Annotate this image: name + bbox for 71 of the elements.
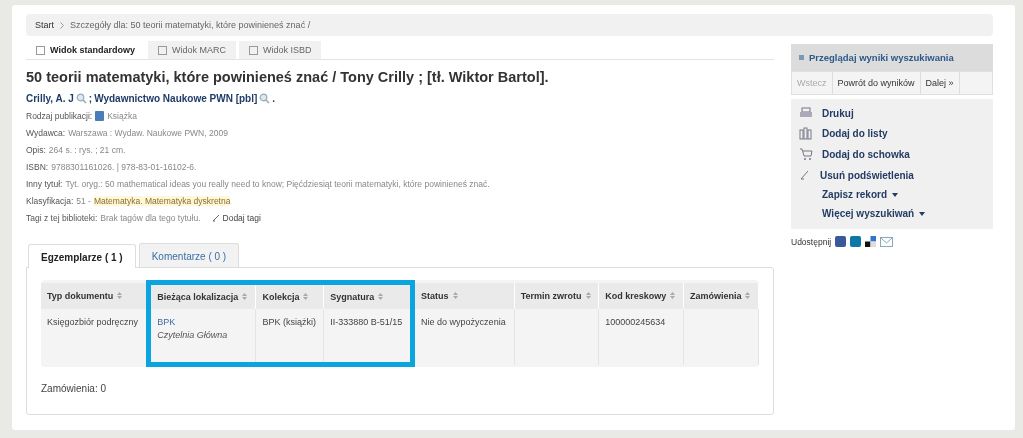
author-link[interactable]: Wydawnictwo Naukowe PWN [pbl] xyxy=(94,93,258,104)
sort-icon xyxy=(670,291,676,299)
column-header[interactable]: Bieżąca lokalizacja xyxy=(148,282,256,309)
field-label: Klasyfikacja: xyxy=(26,196,74,206)
sort-icon xyxy=(745,291,751,299)
action-link[interactable]: Dodaj do schowka xyxy=(791,144,993,165)
view-tab[interactable]: Widok ISBD xyxy=(238,41,322,59)
table-cell-text: Czytelnia Główna xyxy=(157,330,229,340)
column-header[interactable]: Termin zwrotu xyxy=(514,282,599,309)
separator: ; xyxy=(88,93,93,104)
field-value: 264 s. : rys. ; 21 cm. xyxy=(48,145,126,155)
author-link[interactable]: Crilly, A. J xyxy=(26,93,74,104)
column-header[interactable]: Status xyxy=(412,282,515,309)
record-title: 50 teorii matematyki, które powinieneś znać / Tony Crilly ; [tł. Wiktor Bartol]. xyxy=(26,69,550,85)
view-tab[interactable]: Widok MARC xyxy=(147,41,236,59)
cart-icon xyxy=(799,148,813,161)
pencil-icon xyxy=(211,214,220,222)
table-cell-text: BPK (książki) xyxy=(262,317,317,327)
sort-icon xyxy=(585,291,591,299)
field-label: Rodzaj publikacji: xyxy=(26,111,93,121)
table-cell-text: Księgozbiór podręczny xyxy=(47,317,140,327)
column-header[interactable]: Typ dokumentu xyxy=(41,282,149,309)
action-link[interactable]: Drukuj xyxy=(791,103,993,123)
field-label: ISBN: xyxy=(26,162,49,172)
breadcrumb-link[interactable]: Start xyxy=(35,20,54,30)
field-value: 51 - xyxy=(76,196,91,206)
books-icon xyxy=(799,127,813,140)
table-cell-text: II-333880 B-51/15 xyxy=(330,317,404,327)
share-label: Udostępnij xyxy=(791,236,832,247)
browse-results-header[interactable]: Przeglądaj wyniki wyszukiwania xyxy=(791,44,993,71)
field-label: Inny tytuł: xyxy=(26,179,63,189)
delicious-icon[interactable] xyxy=(865,236,877,247)
field-value: Tyt. oryg.: 50 mathematical ideas you really need to know; Pięćdziesiąt teorii matematyki, które powinieneś znać. xyxy=(65,179,490,189)
orders-count: Zamówienia: 0 xyxy=(41,383,108,394)
caret-icon xyxy=(919,211,926,216)
action-link[interactable]: Więcej wyszukiwań xyxy=(791,204,993,223)
chevron-icon xyxy=(60,21,64,29)
column-header[interactable]: Kod kreskowy xyxy=(598,282,684,309)
table-cell-text: Nie do wypożyczenia xyxy=(421,317,507,327)
facebook-icon[interactable] xyxy=(835,236,847,247)
sort-icon xyxy=(242,293,248,300)
field-value: 9788301161026. | 978-83-01-16102-6. xyxy=(51,162,197,172)
field-label: Tagi z tej biblioteki: xyxy=(26,213,98,223)
classification-link[interactable]: Matematyka. Matematyka dyskretna xyxy=(93,196,231,206)
field-value: Książka xyxy=(107,111,137,121)
field-value: Brak tagów dla tego tytułu. xyxy=(100,213,201,223)
table-cell-text: 100000245634 xyxy=(605,317,667,327)
caret-icon xyxy=(892,192,899,197)
sort-icon xyxy=(378,293,384,300)
punctuation: . xyxy=(272,93,276,104)
sort-icon xyxy=(117,291,123,299)
linkedin-icon[interactable] xyxy=(850,236,862,247)
pen-icon xyxy=(799,169,811,181)
action-link[interactable]: Dodaj do listy xyxy=(791,123,993,144)
table-cell[interactable]: BPK xyxy=(157,317,250,327)
sort-icon xyxy=(303,293,309,300)
column-header[interactable]: Zamówienia xyxy=(683,282,759,309)
field-label: Wydawca: xyxy=(26,128,66,138)
holdings-tab[interactable]: Egzemplarze ( 1 ) xyxy=(28,244,136,268)
breadcrumb-current: Szczegóły dla: 50 teorii matematyki, które powinieneś znać / xyxy=(70,20,311,30)
column-header[interactable]: Sygnatura xyxy=(323,282,413,309)
add-tags-link[interactable]: Dodaj tagi xyxy=(222,213,261,223)
printer-icon xyxy=(799,107,813,119)
column-header[interactable]: Kolekcja xyxy=(255,282,324,309)
field-label: Opis: xyxy=(26,145,46,155)
action-link[interactable]: Zapisz rekord xyxy=(791,185,993,204)
field-value: Warszawa : Wydaw. Naukowe PWN, 2009 xyxy=(68,128,228,138)
sort-icon xyxy=(452,291,458,299)
book-icon xyxy=(95,111,105,121)
holdings-tab[interactable]: Komentarze ( 0 ) xyxy=(138,243,240,267)
action-link[interactable]: Usuń podświetlenia xyxy=(791,165,993,185)
